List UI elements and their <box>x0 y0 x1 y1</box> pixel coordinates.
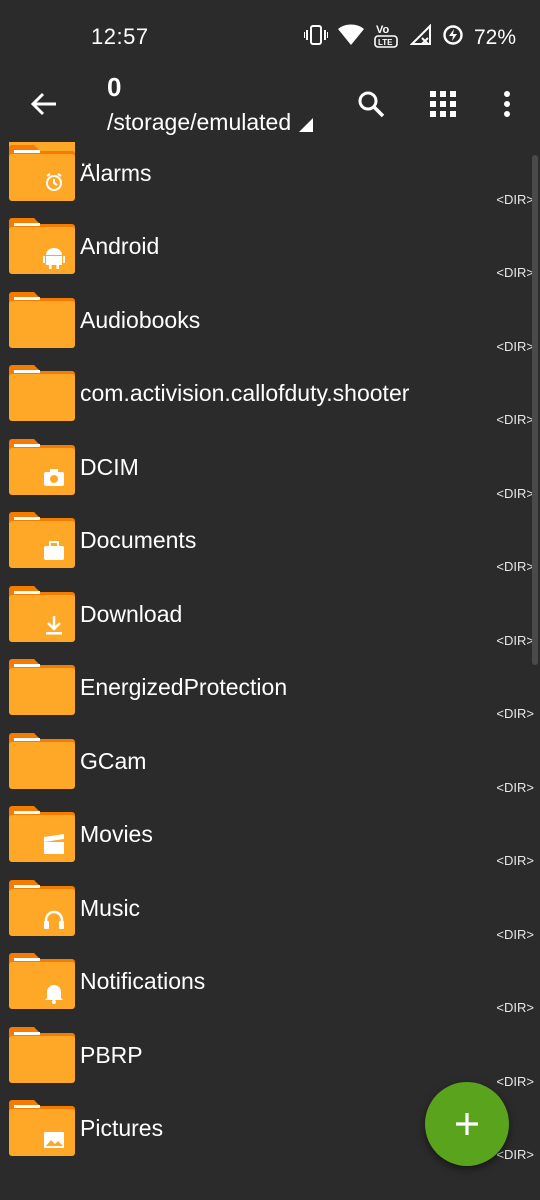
file-row[interactable]: Music <DIR> <box>0 872 540 946</box>
signal-icon <box>409 23 432 51</box>
file-row[interactable]: Notifications <DIR> <box>0 945 540 1019</box>
file-list[interactable]: .. Alarms <DIR> Android <DIR> Audiobooks <DIR>… <box>0 142 540 1200</box>
pictures-folder-icon <box>9 1100 75 1156</box>
add-icon <box>456 1113 478 1135</box>
file-row[interactable]: Movies <DIR> <box>0 798 540 872</box>
vibrate-icon <box>302 24 329 51</box>
file-name: Download <box>80 600 183 627</box>
file-name: com.activision.callofduty.shooter <box>80 380 410 406</box>
dir-tag: <DIR> <box>496 412 534 427</box>
scrollbar[interactable] <box>532 155 538 665</box>
file-row[interactable]: Documents <DIR> <box>0 504 540 578</box>
file-name: Movies <box>80 821 153 847</box>
file-row[interactable]: Download <DIR> <box>0 578 540 652</box>
file-name: DCIM <box>80 453 139 480</box>
battery-saver-icon <box>442 24 464 51</box>
alarm-folder-icon <box>9 144 75 201</box>
dir-tag: <DIR> <box>496 485 534 501</box>
path-dropdown[interactable]: /storage/emulated <box>107 108 314 136</box>
folder-icon <box>9 1026 75 1083</box>
camera-folder-icon <box>9 438 75 495</box>
folder-icon <box>9 659 75 715</box>
dir-tag: <DIR> <box>496 338 534 354</box>
dir-tag: <DIR> <box>496 706 534 721</box>
folder-icon <box>9 732 75 789</box>
documents-folder-icon <box>9 512 75 568</box>
grid-view-button[interactable] <box>421 82 465 126</box>
file-name: GCam <box>80 747 147 774</box>
volte-icon: Vo LTE <box>374 22 400 53</box>
dir-tag: <DIR> <box>496 632 534 648</box>
folder-icon <box>9 365 75 421</box>
file-name: Alarms <box>80 159 152 186</box>
music-folder-icon <box>9 879 75 936</box>
more-vert-icon <box>504 91 510 117</box>
dir-tag: <DIR> <box>496 191 534 207</box>
grid-view-icon <box>430 91 456 117</box>
file-name: Pictures <box>80 1115 164 1141</box>
file-name: Documents <box>80 527 197 553</box>
file-name: Notifications <box>80 968 206 994</box>
movies-folder-icon <box>9 806 75 862</box>
status-bar: 12:57 Vo LTE 72% <box>0 0 540 70</box>
notifications-folder-icon <box>9 953 75 1009</box>
file-row[interactable]: PBRP <DIR> <box>0 1019 540 1093</box>
dir-tag: <DIR> <box>496 265 534 280</box>
dir-tag: <DIR> <box>496 926 534 942</box>
dropdown-triangle-icon <box>299 118 314 132</box>
search-button[interactable] <box>349 82 393 126</box>
path-text: /storage/emulated <box>107 109 292 135</box>
dir-tag: <DIR> <box>496 1073 534 1089</box>
file-name: Android <box>80 233 160 259</box>
file-row[interactable]: Audiobooks <DIR> <box>0 284 540 358</box>
file-row[interactable]: DCIM <DIR> <box>0 431 540 505</box>
dir-tag: <DIR> <box>496 1147 534 1162</box>
more-options-button[interactable] <box>485 82 529 126</box>
add-fab-button[interactable] <box>425 1082 509 1166</box>
status-icons: Vo LTE 72% <box>302 22 516 53</box>
file-row[interactable]: com.activision.callofduty.shooter <DIR> <box>0 357 540 431</box>
file-row[interactable]: Android <DIR> <box>0 210 540 284</box>
file-name: EnergizedProtection <box>80 674 288 700</box>
android-folder-icon <box>9 218 75 274</box>
file-row[interactable]: Alarms <DIR> <box>0 142 540 210</box>
svg-text:LTE: LTE <box>378 38 393 47</box>
battery-percent: 72% <box>473 25 516 49</box>
file-name: Audiobooks <box>80 306 201 333</box>
file-row[interactable]: GCam <DIR> <box>0 725 540 799</box>
file-name: Music <box>80 894 141 921</box>
toolbar: 0 /storage/emulated <box>0 70 540 142</box>
folder-title: 0 <box>107 72 122 102</box>
file-row[interactable]: EnergizedProtection <DIR> <box>0 651 540 725</box>
svg-text:Vo: Vo <box>376 24 390 36</box>
download-folder-icon <box>9 585 75 642</box>
folder-icon <box>9 291 75 348</box>
title-block[interactable]: 0 /storage/emulated <box>107 70 314 136</box>
file-name: PBRP <box>80 1041 143 1068</box>
search-icon <box>358 91 385 118</box>
back-button[interactable] <box>22 82 66 126</box>
dir-tag: <DIR> <box>496 853 534 868</box>
arrow-back-icon <box>30 92 56 116</box>
dir-tag: <DIR> <box>496 779 534 795</box>
dir-tag: <DIR> <box>496 559 534 574</box>
dir-tag: <DIR> <box>496 1000 534 1015</box>
wifi-icon <box>337 24 364 51</box>
status-time: 12:57 <box>91 24 149 49</box>
